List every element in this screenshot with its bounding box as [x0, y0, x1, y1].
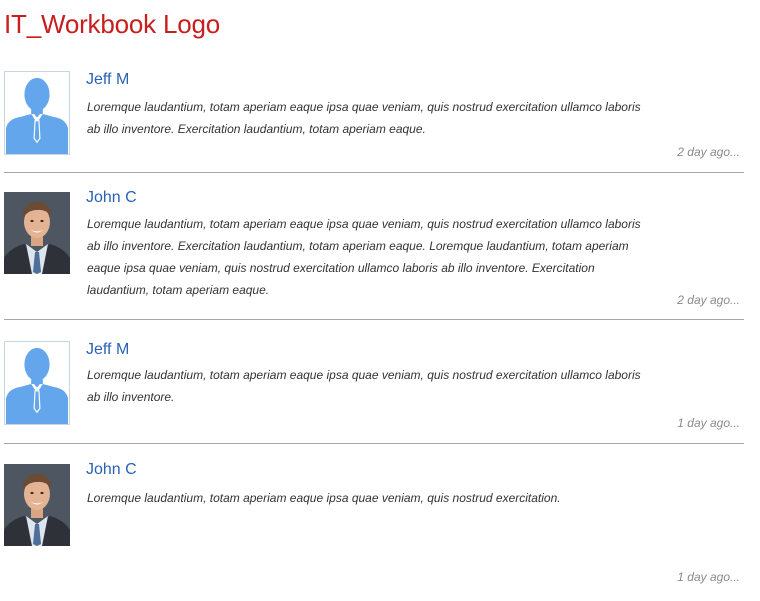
comment-item: Jeff M Loremque laudantium, totam aperia…	[4, 71, 744, 173]
comment-timestamp: 1 day ago...	[677, 416, 740, 430]
comment-text: Loremque laudantium, totam aperiam eaque…	[87, 100, 641, 136]
site-logo[interactable]: IT_Workbook Logo	[4, 9, 220, 40]
silhouette-avatar-icon	[4, 71, 70, 155]
profile-photo	[4, 192, 70, 274]
comment-author-link[interactable]: John C	[86, 189, 137, 207]
comment-text: Loremque laudantium, totam aperiam eaque…	[87, 368, 641, 404]
profile-photo	[4, 464, 70, 546]
comment-text: Loremque laudantium, totam aperiam eaque…	[87, 491, 561, 505]
comment-author-link[interactable]: Jeff M	[86, 341, 129, 359]
comment-item: Jeff M Loremque laudantium, totam aperia…	[4, 341, 744, 444]
comment-author-link[interactable]: Jeff M	[86, 71, 129, 89]
page: IT_Workbook Logo Jeff M Loremque laudant…	[0, 0, 760, 601]
comment-item: John C Loremque laudantium, totam aperia…	[4, 189, 744, 320]
comment-author-link[interactable]: John C	[86, 461, 137, 479]
silhouette-avatar-icon	[4, 341, 70, 425]
comment-timestamp: 2 day ago...	[677, 145, 740, 159]
comment-timestamp: 1 day ago...	[677, 570, 740, 584]
comment-text: Loremque laudantium, totam aperiam eaque…	[87, 217, 641, 297]
comment-timestamp: 2 day ago...	[677, 293, 740, 307]
comment-item: John C Loremque laudantium, totam aperia…	[4, 461, 744, 591]
